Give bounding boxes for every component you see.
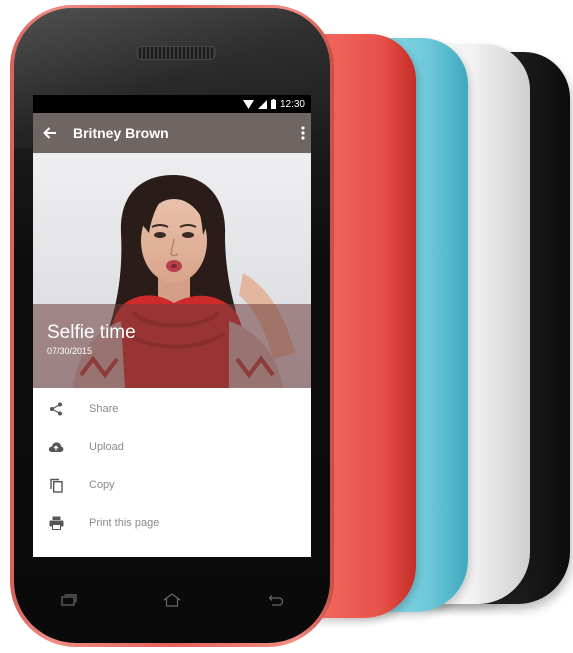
battery-icon: [270, 99, 276, 109]
share-icon: [47, 400, 65, 418]
arrow-back-icon[interactable]: [43, 126, 57, 140]
status-time: 12:30: [279, 98, 305, 110]
product-scene: 12:30 Britney Brown Selfie time 07/30/20…: [0, 0, 573, 653]
hardware-nav-keys: [54, 582, 290, 618]
photo-caption-title: Selfie time: [47, 322, 136, 343]
more-vert-icon[interactable]: [301, 126, 305, 140]
menu-item-label: Share: [89, 403, 119, 415]
signal-icon: [257, 99, 267, 109]
copy-icon: [47, 476, 65, 494]
menu-item-label: Upload: [89, 441, 124, 453]
back-icon[interactable]: [260, 585, 290, 615]
action-menu: Share Upload Copy Print this page: [33, 388, 311, 542]
print-icon: [47, 514, 65, 532]
menu-item-share[interactable]: Share: [33, 390, 311, 428]
recent-apps-icon[interactable]: [54, 585, 84, 615]
menu-item-label: Print this page: [89, 517, 160, 529]
menu-item-copy[interactable]: Copy: [33, 466, 311, 504]
menu-item-upload[interactable]: Upload: [33, 428, 311, 466]
phone-device: 12:30 Britney Brown Selfie time 07/30/20…: [10, 5, 334, 647]
cloud-upload-icon: [47, 438, 65, 456]
selfie-photo[interactable]: Selfie time 07/30/2015: [33, 153, 311, 388]
app-bar: Britney Brown: [33, 113, 311, 153]
phone-front-panel: 12:30 Britney Brown Selfie time 07/30/20…: [14, 8, 330, 643]
photo-caption-date: 07/30/2015: [47, 346, 93, 356]
menu-item-label: Copy: [89, 479, 115, 491]
phone-screen: 12:30 Britney Brown Selfie time 07/30/20…: [33, 95, 311, 557]
menu-item-print[interactable]: Print this page: [33, 504, 311, 542]
photo-caption: Selfie time 07/30/2015: [33, 304, 311, 388]
wifi-icon: [242, 99, 254, 109]
home-icon[interactable]: [157, 585, 187, 615]
status-bar: 12:30: [33, 95, 311, 113]
app-bar-title: Britney Brown: [73, 125, 169, 141]
earpiece-speaker: [136, 46, 216, 60]
